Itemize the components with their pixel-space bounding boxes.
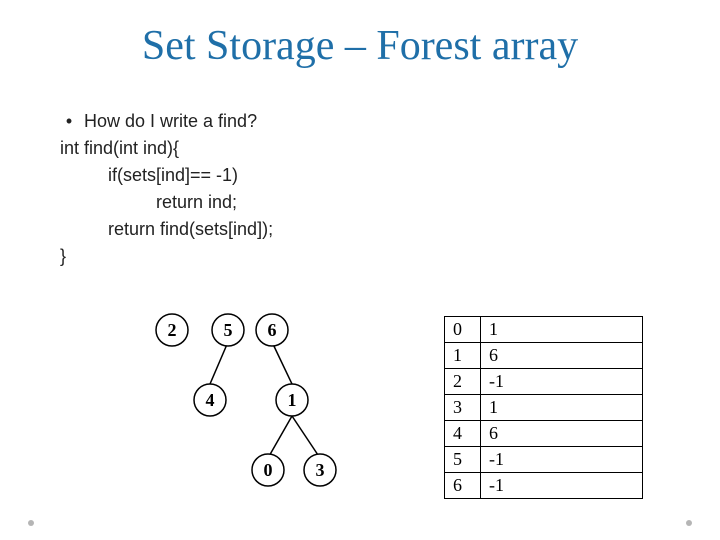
code-line: return ind;: [156, 189, 273, 216]
bullet-text: How do I write a find?: [84, 108, 257, 135]
table-row: 16: [445, 343, 643, 369]
bullet-icon: •: [60, 108, 78, 135]
table-row: 6-1: [445, 473, 643, 499]
code-line: return find(sets[ind]);: [108, 216, 273, 243]
parent-array-table: 01 16 2-1 31 46 5-1 6-1: [444, 316, 643, 499]
tree-node-4: 4: [206, 390, 215, 410]
tree-node-5: 5: [224, 320, 233, 340]
code-line: int find(int ind){: [60, 135, 273, 162]
forest-tree-diagram: 2 5 6 4 1 0 3: [142, 310, 362, 510]
decoration-dot-icon: [28, 520, 34, 526]
table-row: 5-1: [445, 447, 643, 473]
tree-node-2: 2: [168, 320, 177, 340]
decoration-dot-icon: [686, 520, 692, 526]
table-row: 31: [445, 395, 643, 421]
table-row: 46: [445, 421, 643, 447]
tree-node-3: 3: [316, 460, 325, 480]
table-row: 2-1: [445, 369, 643, 395]
tree-node-1: 1: [288, 390, 297, 410]
code-line: if(sets[ind]== -1): [108, 162, 273, 189]
table-row: 01: [445, 317, 643, 343]
tree-node-6: 6: [268, 320, 277, 340]
slide-title: Set Storage – Forest array: [0, 0, 720, 70]
code-line: }: [60, 243, 273, 270]
tree-node-0: 0: [264, 460, 273, 480]
body-content: • How do I write a find? int find(int in…: [60, 108, 273, 270]
